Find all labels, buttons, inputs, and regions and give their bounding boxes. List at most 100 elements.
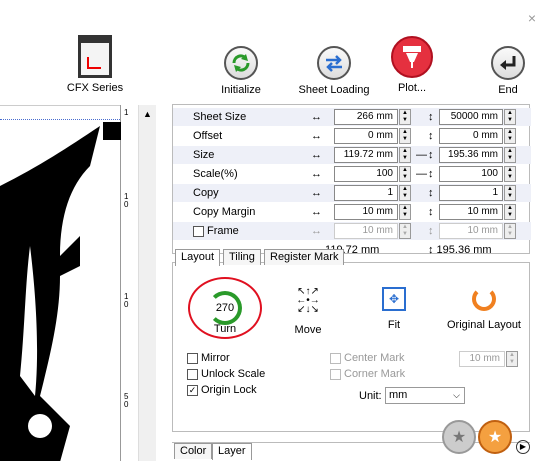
sheet-width-spinner[interactable]: ▲ ▼: [399, 109, 411, 125]
horizontal-icon: ↔: [311, 225, 322, 237]
horizontal-icon: ↔: [311, 149, 322, 161]
initialize-label: Initialize: [221, 84, 261, 96]
move-label: Move: [294, 324, 322, 336]
design-preview: [0, 126, 100, 461]
frame-checkbox[interactable]: Frame: [193, 225, 239, 237]
favorite-star-icon[interactable]: ★: [478, 420, 512, 454]
copy-margin-x-field[interactable]: 10 mm: [334, 204, 398, 220]
sheet-width-field[interactable]: 266 mm: [334, 109, 398, 125]
unlock-scale-label: Unlock Scale: [201, 368, 266, 380]
fit-button[interactable]: ✥ Fit: [369, 287, 419, 331]
frame-y-spinner[interactable]: ▲ ▼: [504, 223, 516, 239]
offset-row: Offset ↔ 0 mm ▲ ▼ ↕ 0 mm ▲ ▼: [173, 127, 531, 145]
tab-tiling[interactable]: Tiling: [223, 249, 261, 265]
mark-size-spinner[interactable]: ▲ ▼: [506, 351, 518, 367]
copy-margin-x-spinner[interactable]: ▲ ▼: [399, 204, 411, 220]
vertical-scrollbar[interactable]: ▲: [138, 105, 156, 461]
move-button[interactable]: ↖↑↗ ←•→ ↙↓↘ Move: [283, 287, 333, 337]
copy-row: Copy ↔ 1 ▲ ▼ ↕ 1 ▲ ▼: [173, 184, 531, 202]
scale-x-field[interactable]: 100: [334, 166, 398, 182]
frame-y-field[interactable]: 10 mm: [439, 223, 503, 239]
tab-layer[interactable]: Layer: [212, 443, 252, 460]
origin-lock-checkbox[interactable]: ✓ Origin Lock: [187, 384, 257, 396]
close-icon[interactable]: ×: [528, 10, 536, 26]
favorite-disabled-icon[interactable]: ★: [442, 420, 476, 454]
size-x-spinner[interactable]: ▲ ▼: [399, 147, 411, 163]
vertical-icon: ↕: [428, 206, 434, 218]
sheet-height-field[interactable]: 50000 mm: [439, 109, 503, 125]
sheet-loading-label: Sheet Loading: [298, 84, 370, 96]
size-row: Size ↔ 119.72 mm ▲ ▼ — ↕ 195.36 mm ▲ ▼: [173, 146, 531, 164]
offset-x-spinner[interactable]: ▲ ▼: [399, 128, 411, 144]
scale-label: Scale(%): [193, 168, 238, 180]
copy-x-spinner[interactable]: ▲ ▼: [399, 185, 411, 201]
copy-margin-y-spinner[interactable]: ▲ ▼: [504, 204, 516, 220]
fit-label: Fit: [387, 319, 401, 331]
center-mark-checkbox[interactable]: Center Mark: [330, 352, 405, 364]
sheet-loading-button[interactable]: Sheet Loading: [295, 46, 373, 96]
size-label: Size: [193, 149, 215, 161]
frame-row: Frame ↔ 10 mm ▲ ▼ ↕ 10 mm ▲ ▼: [173, 222, 531, 240]
tab-color[interactable]: Color: [174, 443, 213, 459]
initialize-button[interactable]: Initialize: [210, 46, 272, 96]
vertical-icon: ↕: [428, 225, 434, 237]
chevron-down-icon: ⌵: [453, 390, 460, 400]
frame-x-field[interactable]: 10 mm: [334, 223, 398, 239]
link-dash-icon: —: [416, 149, 427, 161]
scale-y-field[interactable]: 100: [439, 166, 503, 182]
unit-label: Unit:: [359, 390, 382, 402]
mirror-checkbox[interactable]: Mirror: [187, 352, 230, 364]
turn-button[interactable]: 270 Turn: [185, 277, 265, 339]
original-layout-button[interactable]: Original Layout: [441, 287, 527, 331]
copy-x-field[interactable]: 1: [334, 185, 398, 201]
sheet-size-label: Sheet Size: [193, 111, 247, 123]
vertical-icon: ↕: [428, 168, 434, 180]
preview-canvas[interactable]: [0, 105, 138, 461]
end-button[interactable]: End: [482, 46, 534, 96]
copy-y-field[interactable]: 1: [439, 185, 503, 201]
copy-label: Copy: [193, 187, 219, 199]
horizontal-icon: ↔: [311, 168, 322, 180]
end-label: End: [498, 84, 518, 96]
offset-y-spinner[interactable]: ▲ ▼: [504, 128, 516, 144]
sheet-height-spinner[interactable]: ▲ ▼: [504, 109, 516, 125]
size-y-spinner[interactable]: ▲ ▼: [504, 147, 516, 163]
sheet-size-row: Sheet Size ↔ 266 mm ▲ ▼ ↕ 50000 mm ▲ ▼: [173, 108, 531, 126]
corner-mark-label: Corner Mark: [344, 368, 406, 380]
size-y-field[interactable]: 195.36 mm: [439, 147, 503, 163]
rotate-icon: 270: [208, 291, 242, 325]
unlock-scale-checkbox[interactable]: Unlock Scale: [187, 368, 265, 380]
layout-tab-panel: Layout Tiling Register Mark 270 Turn ↖↑↗…: [172, 249, 530, 432]
scale-x-spinner[interactable]: ▲ ▼: [399, 166, 411, 182]
cfx-series-button[interactable]: CFX Series: [65, 35, 125, 94]
plotter-icon: [78, 35, 112, 78]
swap-arrows-icon: [317, 46, 351, 80]
check-icon: ✓: [187, 384, 198, 396]
tab-register-mark[interactable]: Register Mark: [264, 249, 345, 265]
size-x-field[interactable]: 119.72 mm: [334, 147, 398, 163]
expand-arrow-icon[interactable]: ▶: [516, 440, 530, 454]
tab-layout[interactable]: Layout: [175, 249, 221, 266]
origin-lock-label: Origin Lock: [201, 384, 257, 396]
copy-margin-label: Copy Margin: [193, 206, 256, 218]
scale-y-spinner[interactable]: ▲ ▼: [504, 166, 516, 182]
mark-size-field[interactable]: 10 mm: [459, 351, 505, 367]
copy-y-spinner[interactable]: ▲ ▼: [504, 185, 516, 201]
cfx-series-label: CFX Series: [66, 82, 124, 94]
fit-icon: ✥: [382, 287, 406, 311]
turn-highlight: 270: [188, 277, 262, 339]
scroll-up-icon[interactable]: ▲: [139, 109, 156, 119]
plot-icon: [391, 36, 433, 78]
horizontal-icon: ↔: [311, 187, 322, 199]
frame-x-spinner[interactable]: ▲ ▼: [399, 223, 411, 239]
unit-value: mm: [389, 389, 408, 401]
unit-select[interactable]: mm ⌵: [385, 387, 465, 404]
original-layout-icon: [472, 287, 496, 311]
offset-x-field[interactable]: 0 mm: [334, 128, 398, 144]
copy-margin-y-field[interactable]: 10 mm: [439, 204, 503, 220]
plot-button[interactable]: Plot...: [386, 36, 438, 94]
return-icon: [491, 46, 525, 80]
scale-row: Scale(%) ↔ 100 ▲ ▼ — ↕ 100 ▲ ▼: [173, 165, 531, 183]
offset-y-field[interactable]: 0 mm: [439, 128, 503, 144]
corner-mark-checkbox[interactable]: Corner Mark: [330, 368, 405, 380]
